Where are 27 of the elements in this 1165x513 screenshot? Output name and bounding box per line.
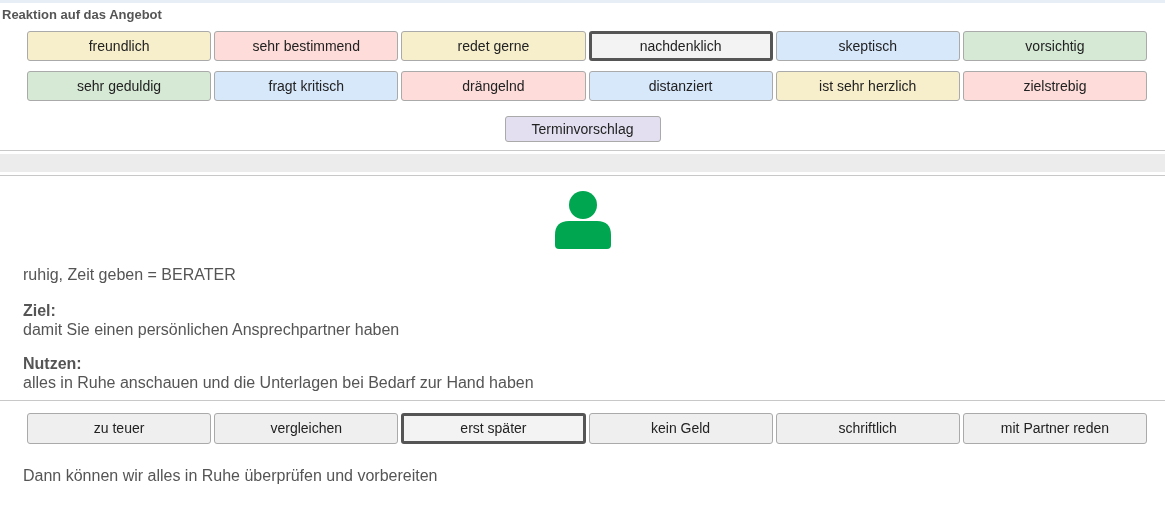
reaction-button[interactable]: ist sehr herzlich [775,71,960,101]
section-title: Reaktion auf das Angebot [1,6,163,23]
reaction-button[interactable]: sehr geduldig [27,71,212,101]
reaction-button[interactable]: zielstrebig [962,71,1147,101]
reaction-button[interactable]: sehr bestimmend [214,31,399,61]
appointment-button[interactable]: Terminvorschlag [504,116,661,142]
advice-text: ruhig, Zeit geben = BERATER [23,265,237,284]
objection-button[interactable]: vergleichen [214,413,399,444]
benefit-text: alles in Ruhe anschauen und die Unterlagen bei Bedarf zur Hand haben [23,373,534,392]
objection-button[interactable]: schriftlich [775,413,960,444]
reaction-button[interactable]: fragt kritisch [214,71,399,101]
person-icon [554,191,611,249]
reaction-button[interactable]: freundlich [27,31,212,61]
objection-button[interactable]: erst später [401,413,586,444]
objection-button[interactable]: kein Geld [588,413,773,444]
goal-label: Ziel: [23,301,56,320]
goal-text: damit Sie einen persönlichen Ansprechpartner haben [23,320,400,339]
reaction-button[interactable]: vorsichtig [962,31,1147,61]
reaction-button[interactable]: redet gerne [401,31,586,61]
benefit-label: Nutzen: [23,354,82,373]
reaction-button[interactable]: distanziert [588,71,773,101]
reaction-button[interactable]: nachdenklich [588,31,773,61]
answer-text: Dann können wir alles in Ruhe überprüfen und vorbereiten [22,466,438,486]
objection-button[interactable]: mit Partner reden [962,413,1147,444]
reaction-button[interactable]: skeptisch [775,31,960,61]
objection-button[interactable]: zu teuer [27,413,212,444]
reaction-button[interactable]: drängelnd [401,71,586,101]
